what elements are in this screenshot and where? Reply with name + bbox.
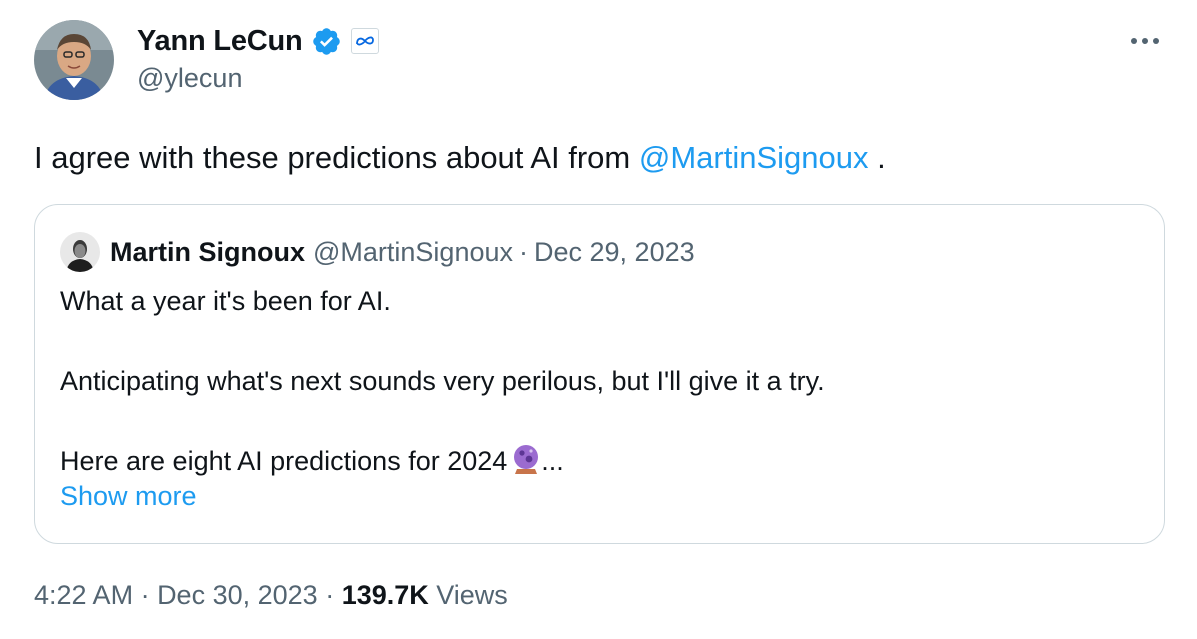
more-options-button[interactable] [1125, 26, 1165, 56]
tweet-text: I agree with these predictions about AI … [34, 136, 886, 180]
meta-separator: · [317, 580, 342, 610]
crystal-ball-icon [511, 442, 541, 476]
meta-logo-icon[interactable] [350, 28, 379, 54]
author-avatar[interactable] [34, 20, 114, 100]
views-count: 139.7K [341, 580, 429, 610]
quote-author-avatar[interactable] [60, 232, 100, 272]
quote-line: Here are eight AI predictions for 2024 [60, 446, 508, 476]
quote-date[interactable]: Dec 29, 2023 [534, 237, 695, 268]
quote-line: Anticipating what's next sounds very per… [60, 366, 825, 396]
quote-line-with-emoji: Here are eight AI predictions for 2024 .… [60, 441, 825, 481]
quote-separator: · [519, 236, 528, 267]
more-dot-icon [1142, 38, 1148, 44]
quote-author-name[interactable]: Martin Signoux [110, 237, 305, 268]
verified-badge-icon[interactable] [311, 26, 342, 57]
quote-body: What a year it's been for AI. Anticipati… [60, 281, 825, 481]
tweet-container: Yann LeCun @ylecun I agree with these pr… [0, 0, 1197, 639]
quote-header: Martin Signoux @MartinSignoux · Dec 29, … [60, 232, 695, 272]
author-info: Yann LeCun @ylecun [137, 22, 379, 94]
show-more-link[interactable]: Show more [60, 481, 197, 512]
tweet-text-suffix: . [868, 140, 886, 175]
views-label: Views [428, 580, 508, 610]
more-dot-icon [1131, 38, 1137, 44]
tweet-text-prefix: I agree with these predictions about AI … [34, 140, 639, 175]
more-dot-icon [1153, 38, 1159, 44]
quoted-tweet-card[interactable]: Martin Signoux @MartinSignoux · Dec 29, … [34, 204, 1165, 544]
quote-author-handle[interactable]: @MartinSignoux [313, 237, 513, 268]
tweet-meta: 4:22 AM · Dec 30, 2023 · 139.7K Views [34, 580, 508, 611]
quote-line: What a year it's been for AI. [60, 286, 391, 316]
tweet-date[interactable]: Dec 30, 2023 [157, 580, 318, 610]
author-display-name[interactable]: Yann LeCun [137, 25, 303, 58]
author-handle[interactable]: @ylecun [137, 63, 379, 94]
meta-separator: · [133, 580, 158, 610]
quote-ellipsis: ... [541, 446, 564, 476]
mention-link[interactable]: @MartinSignoux [639, 140, 869, 175]
tweet-time[interactable]: 4:22 AM [34, 580, 133, 610]
